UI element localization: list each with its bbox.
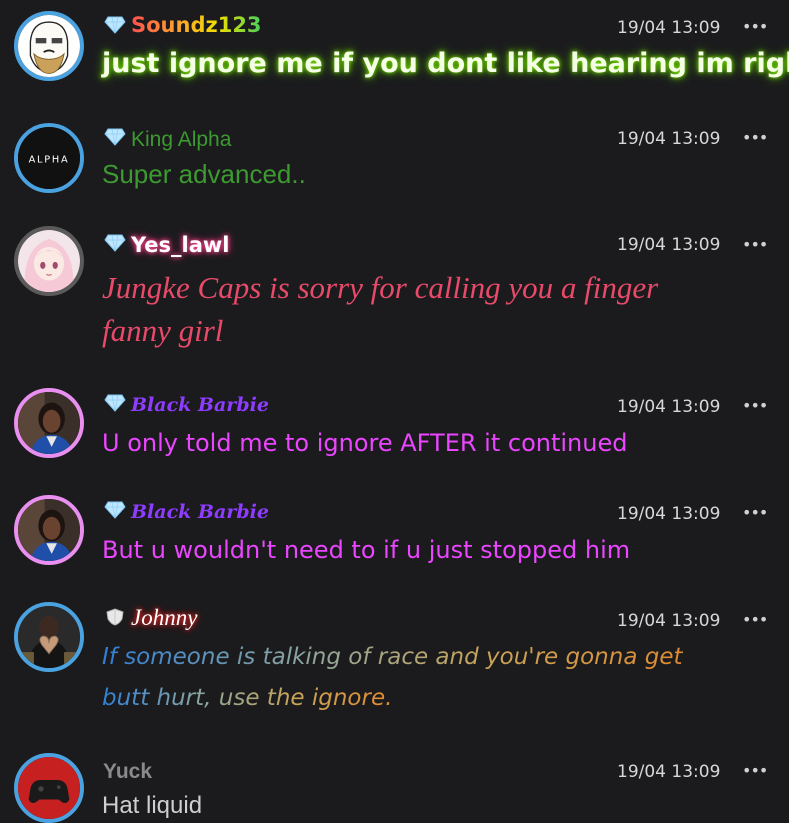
avatar[interactable]: ALPHA (14, 123, 84, 193)
username[interactable]: Soundz123 (131, 13, 262, 37)
shield-icon (104, 608, 126, 626)
username[interactable]: Yes_lawl (131, 233, 230, 257)
timestamp: 19/04 13:09 (617, 18, 721, 38)
message-text: fanny girl (102, 313, 224, 348)
svg-text:ALPHA: ALPHA (29, 154, 70, 165)
username[interactable]: Black Barbie (131, 394, 269, 416)
avatar[interactable] (14, 602, 84, 672)
diamond-icon (104, 234, 126, 252)
message-text: Hat liquid (102, 792, 203, 819)
alpha-logo-avatar: ALPHA (18, 127, 80, 189)
timestamp: 19/04 13:09 (617, 504, 721, 524)
message-text: U only told me to ignore AFTER it contin… (102, 429, 628, 457)
timestamp: 19/04 13:09 (617, 129, 721, 149)
woman-portrait-avatar (18, 392, 80, 454)
message-text: Jungke Caps is sorry for calling you a f… (102, 270, 659, 305)
game-controller-avatar (18, 757, 80, 819)
timestamp: 19/04 13:09 (617, 235, 721, 255)
username[interactable]: King Alpha (131, 128, 231, 152)
ellipsis-icon[interactable]: ••• (742, 19, 768, 35)
message-text: But u wouldn't need to if u just stopped… (102, 536, 631, 564)
diamond-icon (104, 501, 126, 519)
woman-portrait-avatar (18, 499, 80, 561)
ellipsis-icon[interactable]: ••• (742, 130, 768, 146)
ellipsis-icon[interactable]: ••• (742, 398, 768, 414)
diamond-icon (104, 394, 126, 412)
timestamp: 19/04 13:09 (617, 397, 721, 417)
diamond-icon (104, 16, 126, 34)
ellipsis-icon[interactable]: ••• (742, 505, 768, 521)
diamond-icon (104, 128, 126, 146)
man-heart-hands-avatar (18, 606, 80, 668)
username[interactable]: Yuck (103, 760, 152, 784)
ellipsis-icon[interactable]: ••• (742, 237, 768, 253)
avatar[interactable] (14, 11, 84, 81)
avatar[interactable] (14, 753, 84, 823)
ellipsis-icon[interactable]: ••• (742, 612, 768, 628)
avatar[interactable] (14, 388, 84, 458)
username[interactable]: Black Barbie (131, 501, 269, 523)
timestamp: 19/04 13:09 (617, 611, 721, 631)
message-text: butt hurt, use the ignore. (102, 678, 392, 719)
avatar[interactable] (14, 226, 84, 296)
message-text: Super advanced.. (102, 159, 306, 189)
cartoon-face-avatar (18, 15, 80, 77)
message-text: just ignore me if you dont like hearing … (102, 48, 789, 79)
username[interactable]: Johnny (131, 605, 197, 631)
ellipsis-icon[interactable]: ••• (742, 763, 768, 779)
message-text: If someone is talking of race and you're… (102, 637, 683, 678)
timestamp: 19/04 13:09 (617, 762, 721, 782)
anime-girl-avatar (18, 230, 80, 292)
avatar[interactable] (14, 495, 84, 565)
